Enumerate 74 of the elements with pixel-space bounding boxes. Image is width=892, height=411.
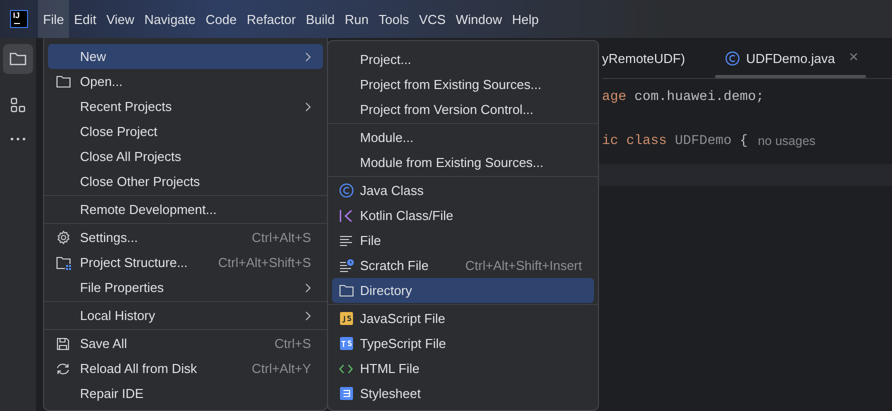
menu-item[interactable]: Settings... Ctrl+Alt+S bbox=[48, 225, 323, 250]
javascript-file-icon bbox=[340, 312, 352, 325]
blocks-icon bbox=[10, 97, 26, 113]
code-text: ic class bbox=[602, 134, 668, 148]
menu-item[interactable]: Remote Development... bbox=[48, 197, 323, 222]
code-text: { bbox=[740, 134, 748, 148]
reload-icon bbox=[55, 362, 71, 376]
folder-icon bbox=[56, 75, 70, 88]
menu-item[interactable]: Module from Existing Sources... bbox=[332, 150, 594, 175]
editor-tab[interactable]: yRemoteUDF) bbox=[602, 38, 712, 78]
menu-item[interactable]: Recent Projects bbox=[48, 94, 323, 119]
text-lines-icon bbox=[339, 234, 353, 246]
shortcut-text: Ctrl+Alt+Shift+Insert bbox=[465, 258, 582, 273]
shortcut-text: Ctrl+Alt+Y bbox=[252, 361, 311, 376]
shortcut-text: Ctrl+Alt+Shift+S bbox=[218, 255, 311, 270]
menu[interactable]: Code bbox=[200, 0, 242, 38]
save-icon bbox=[56, 336, 70, 350]
menu-item[interactable]: Close Other Projects bbox=[48, 169, 323, 194]
menu-item[interactable]: File bbox=[332, 228, 594, 253]
settings-icon bbox=[56, 230, 70, 245]
menu-item[interactable]: Open... bbox=[48, 69, 323, 94]
menu-item[interactable]: Java Class bbox=[332, 178, 594, 203]
menu[interactable]: File bbox=[38, 0, 69, 38]
menu-item[interactable]: New bbox=[48, 44, 323, 69]
folder-grid-icon bbox=[56, 256, 70, 270]
menu[interactable]: Tools bbox=[374, 0, 414, 38]
menu-item[interactable]: Project from Existing Sources... bbox=[332, 72, 594, 97]
menu-item[interactable]: Project Structure... Ctrl+Alt+Shift+S bbox=[48, 250, 323, 275]
menu-item[interactable]: Reload All from Disk Ctrl+Alt+Y bbox=[48, 356, 323, 381]
menu[interactable]: Build bbox=[300, 0, 340, 38]
menu-item[interactable]: Directory bbox=[332, 278, 594, 303]
typescript-file-icon bbox=[340, 337, 352, 350]
class-icon bbox=[725, 50, 740, 66]
menu[interactable]: View bbox=[101, 0, 140, 38]
menu[interactable]: VCS bbox=[414, 0, 451, 38]
menu-item[interactable]: JavaScript File bbox=[332, 306, 594, 331]
shortcut-text: Ctrl+Alt+S bbox=[252, 230, 311, 245]
menu-item[interactable]: Repair IDE bbox=[48, 381, 323, 406]
stylesheet-icon bbox=[340, 387, 352, 400]
menu-item[interactable]: TypeScript File bbox=[332, 331, 594, 356]
menu-item[interactable]: HTML File bbox=[332, 356, 594, 381]
menu-item[interactable]: Module... bbox=[332, 125, 594, 150]
code-text: com.huawei.demo; bbox=[634, 90, 764, 104]
code-text: UDFDemo bbox=[674, 134, 733, 148]
menu[interactable]: Edit bbox=[68, 0, 102, 38]
code-text: age bbox=[602, 90, 628, 104]
menu[interactable]: Run bbox=[340, 0, 374, 38]
code-brackets-icon bbox=[339, 364, 353, 374]
menu[interactable]: Window bbox=[450, 0, 507, 38]
more-icon bbox=[10, 137, 26, 141]
kotlin-icon bbox=[339, 208, 353, 222]
shortcut-text: Ctrl+S bbox=[274, 336, 311, 351]
menu-item[interactable]: Kotlin Class/File bbox=[332, 203, 594, 228]
menu-item[interactable]: File Properties bbox=[48, 275, 323, 300]
menu[interactable]: Navigate bbox=[139, 0, 201, 38]
project-button[interactable] bbox=[3, 44, 33, 74]
menu-item[interactable]: Save All Ctrl+S bbox=[48, 331, 323, 356]
menu-item[interactable]: Scratch File Ctrl+Alt+Shift+Insert bbox=[332, 253, 594, 278]
menu[interactable]: Refactor bbox=[242, 0, 301, 38]
menu-item[interactable]: Local History bbox=[48, 303, 323, 328]
class-icon bbox=[338, 183, 354, 198]
menu-item[interactable]: Stylesheet bbox=[332, 381, 594, 406]
scratch-file-icon bbox=[338, 258, 354, 272]
folder-icon bbox=[338, 284, 354, 297]
app-logo[interactable]: IJ bbox=[10, 10, 28, 28]
menu-item[interactable]: Close All Projects bbox=[48, 144, 323, 169]
inlay-hint: no usages bbox=[758, 134, 816, 148]
menu-item[interactable]: Project... bbox=[332, 47, 594, 72]
folder-icon bbox=[9, 51, 27, 67]
menu-item[interactable]: Project from Version Control... bbox=[332, 97, 594, 122]
editor-tab[interactable]: UDFDemo.java × bbox=[711, 38, 870, 78]
close-icon[interactable]: × bbox=[848, 49, 858, 67]
menu-item[interactable]: Close Project bbox=[48, 119, 323, 144]
menu[interactable]: Help bbox=[506, 0, 544, 38]
